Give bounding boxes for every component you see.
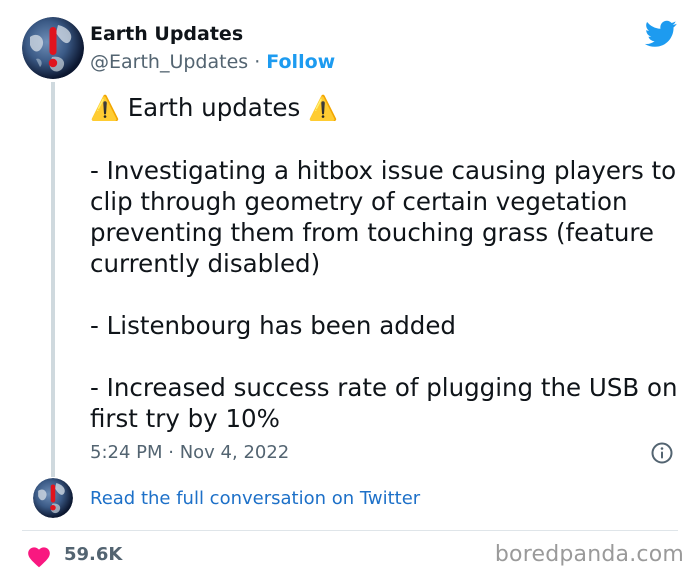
divider	[22, 530, 678, 531]
author-name[interactable]: Earth Updates	[90, 22, 243, 46]
heart-icon[interactable]	[26, 544, 52, 568]
follow-button[interactable]: Follow	[266, 51, 335, 73]
read-conversation-link[interactable]: Read the full conversation on Twitter	[90, 487, 420, 511]
earth-avatar-image	[33, 478, 73, 518]
tweet-line: - Increased success rate of plugging the…	[90, 373, 678, 433]
warning-emoji: ⚠️	[308, 94, 338, 122]
tweet-heading-line: ⚠️ Earth updates ⚠️	[90, 92, 680, 124]
handle-separator: ·	[248, 51, 267, 73]
author-handle-row: @Earth_Updates · Follow	[90, 50, 335, 74]
warning-emoji: ⚠️	[90, 94, 120, 122]
tweet-line: - Investigating a hitbox issue causing p…	[90, 156, 677, 278]
tweet-line: - Listenbourg has been added	[90, 311, 456, 340]
earth-avatar-image	[22, 17, 84, 79]
tweet-timestamp[interactable]: 5:24 PM · Nov 4, 2022	[90, 441, 289, 465]
author-handle[interactable]: @Earth_Updates	[90, 51, 248, 73]
twitter-bird-icon[interactable]	[644, 20, 677, 48]
like-count[interactable]: 59.6K	[64, 543, 122, 567]
tweet-heading: Earth updates	[127, 93, 301, 122]
source-watermark: boredpanda.com	[494, 542, 684, 567]
info-icon[interactable]	[650, 441, 674, 465]
author-avatar[interactable]	[22, 17, 84, 79]
reply-avatar	[33, 478, 73, 518]
thread-line	[51, 82, 55, 477]
tweet-text: ⚠️ Earth updates ⚠️ - Investigating a hi…	[90, 92, 680, 434]
